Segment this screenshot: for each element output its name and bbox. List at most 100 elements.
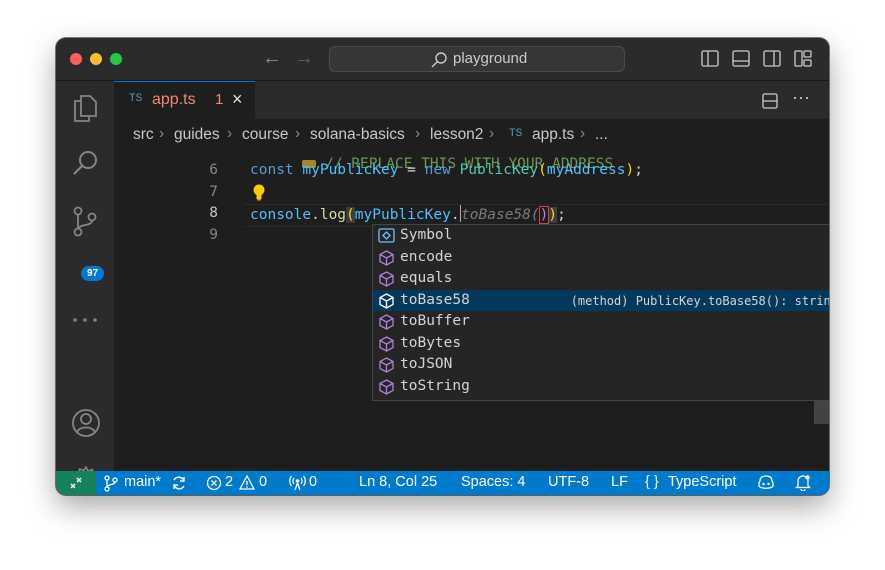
dot: . (450, 207, 460, 223)
language-mode[interactable]: TypeScript (668, 474, 737, 490)
suggestion-label: equals (400, 270, 453, 286)
argument: myAddress (546, 162, 626, 178)
enum-icon (378, 228, 395, 248)
zoom-window-button[interactable] (110, 53, 122, 65)
semicolon: ; (557, 207, 566, 223)
close-tab-icon[interactable]: × (232, 89, 243, 110)
suggestion-item[interactable]: toBase58 (method) PublicKey.toBase58(): s… (373, 289, 829, 311)
explorer-icon[interactable] (71, 93, 99, 123)
source-control-icon[interactable] (71, 205, 101, 239)
suggestion-label: toJSON (400, 356, 453, 372)
more-actions-icon[interactable]: ··· (792, 87, 810, 108)
line-number: 9 (209, 227, 218, 243)
argument: myPublicKey (354, 207, 451, 223)
keyword-new: new (424, 162, 451, 178)
error-count: 2 (225, 474, 234, 490)
inline-suggestion-ghost-text: toBase58( (461, 207, 540, 223)
breadcrumb-item-src[interactable]: src (133, 126, 154, 144)
search-icon (431, 52, 447, 68)
suggestion-item[interactable]: toBytes (373, 333, 829, 355)
end-of-line[interactable]: LF (611, 474, 628, 490)
back-arrow-icon[interactable]: ← (262, 48, 282, 68)
status-bar: main* 2 0 0 Ln 8, Col 25 Spaces: 4 UTF-8… (56, 471, 829, 495)
sync-icon[interactable] (171, 475, 187, 491)
more-views-icon[interactable] (71, 317, 99, 323)
source-control-badge: 97 (81, 266, 104, 281)
warning-count: 0 (259, 474, 268, 490)
minimize-window-button[interactable] (90, 53, 102, 65)
suggestion-item[interactable]: toString (373, 376, 829, 398)
typescript-file-icon: TS (129, 93, 143, 105)
cursor-position[interactable]: Ln 8, Col 25 (359, 474, 437, 490)
remote-indicator[interactable] (56, 471, 96, 495)
code-editor[interactable]: // REPLACE THIS WITH YOUR ADDRESS 6 7 8 … (114, 148, 829, 471)
typescript-file-icon: TS (509, 128, 523, 140)
suggestion-detail: (method) PublicKey.toBase58(): string (570, 293, 829, 308)
ports-broadcast-icon[interactable] (289, 475, 306, 491)
ports-count[interactable]: 0 (309, 474, 317, 490)
suggestion-label: toString (400, 377, 470, 394)
object-name: console (250, 207, 312, 223)
function-name: log (319, 207, 347, 223)
lightbulb-icon[interactable] (253, 184, 265, 206)
suggestion-item[interactable]: encode (373, 247, 829, 269)
indentation[interactable]: Spaces: 4 (461, 474, 526, 490)
breadcrumb-item-guides[interactable]: guides (174, 126, 220, 144)
vscode-window: ← → playground 97 TS app.ts 1 × ··· src … (56, 38, 829, 495)
activity-bar: 97 (56, 81, 114, 494)
customize-layout-icon[interactable] (794, 50, 812, 67)
copilot-icon[interactable] (757, 474, 775, 491)
search-view-icon[interactable] (71, 149, 101, 179)
suggestion-label: toBytes (400, 334, 462, 351)
search-text: playground (453, 50, 528, 67)
chevron-right-icon: › (227, 125, 233, 142)
close-window-button[interactable] (70, 53, 82, 65)
editor-tabs: TS app.ts 1 × ··· (114, 81, 829, 119)
suggestion-item[interactable]: Symbol (373, 225, 829, 247)
accounts-icon[interactable] (71, 408, 101, 438)
toggle-panel-icon[interactable] (732, 50, 750, 67)
line-number: 7 (209, 184, 218, 200)
keyword-const: const (250, 162, 294, 178)
suggestion-label: toBase58 (400, 291, 470, 308)
line-number-active: 8 (209, 205, 218, 221)
variable-name: myPublicKey (302, 162, 399, 178)
code-line-6: const myPublicKey = new PublicKey(myAddr… (250, 162, 643, 178)
suggest-widget: Symbol encode equals toBase58 (method) Publi… (372, 224, 829, 401)
tab-app-ts[interactable]: TS app.ts 1 × (114, 81, 255, 119)
git-branch[interactable]: main* (124, 474, 161, 490)
toggle-secondary-sidebar-icon[interactable] (763, 50, 781, 67)
operator: = (398, 162, 425, 178)
line-number: 6 (209, 162, 218, 178)
bracket: ( (538, 162, 547, 178)
toggle-primary-sidebar-icon[interactable] (701, 50, 719, 67)
branch-icon (104, 475, 118, 492)
error-icon (206, 475, 222, 491)
code-line-8: console.log(myPublicKey. toBase58()); (250, 205, 566, 224)
bracket: ) (625, 162, 635, 178)
dot: . (311, 207, 320, 223)
remote-icon (70, 477, 82, 489)
suggestion-label: Symbol (400, 227, 453, 243)
warning-icon (239, 475, 255, 490)
bracket-matched: ) (548, 207, 558, 223)
chevron-right-icon: › (159, 125, 165, 142)
split-editor-icon[interactable] (762, 93, 778, 109)
method-icon (378, 378, 395, 400)
forward-arrow-icon[interactable]: → (294, 48, 314, 68)
suggestion-item[interactable]: toJSON (373, 354, 829, 376)
title-bar: ← → playground (56, 38, 829, 81)
suggestion-label: encode (400, 248, 453, 265)
language-braces-icon: { } (645, 474, 659, 490)
file-encoding[interactable]: UTF-8 (548, 474, 589, 490)
notifications-bell-icon[interactable] (795, 474, 811, 491)
tab-filename: app.ts (152, 91, 196, 108)
class-name: PublicKey (459, 162, 539, 178)
semicolon: ; (634, 162, 643, 178)
command-center-search[interactable]: playground (329, 46, 625, 72)
suggestion-item[interactable]: equals (373, 268, 829, 290)
suggestion-label: toBuffer (400, 313, 470, 329)
suggestion-item[interactable]: toBuffer (373, 311, 829, 333)
tab-problem-count: 1 (215, 91, 224, 108)
bracket-matched: ( (346, 207, 355, 223)
